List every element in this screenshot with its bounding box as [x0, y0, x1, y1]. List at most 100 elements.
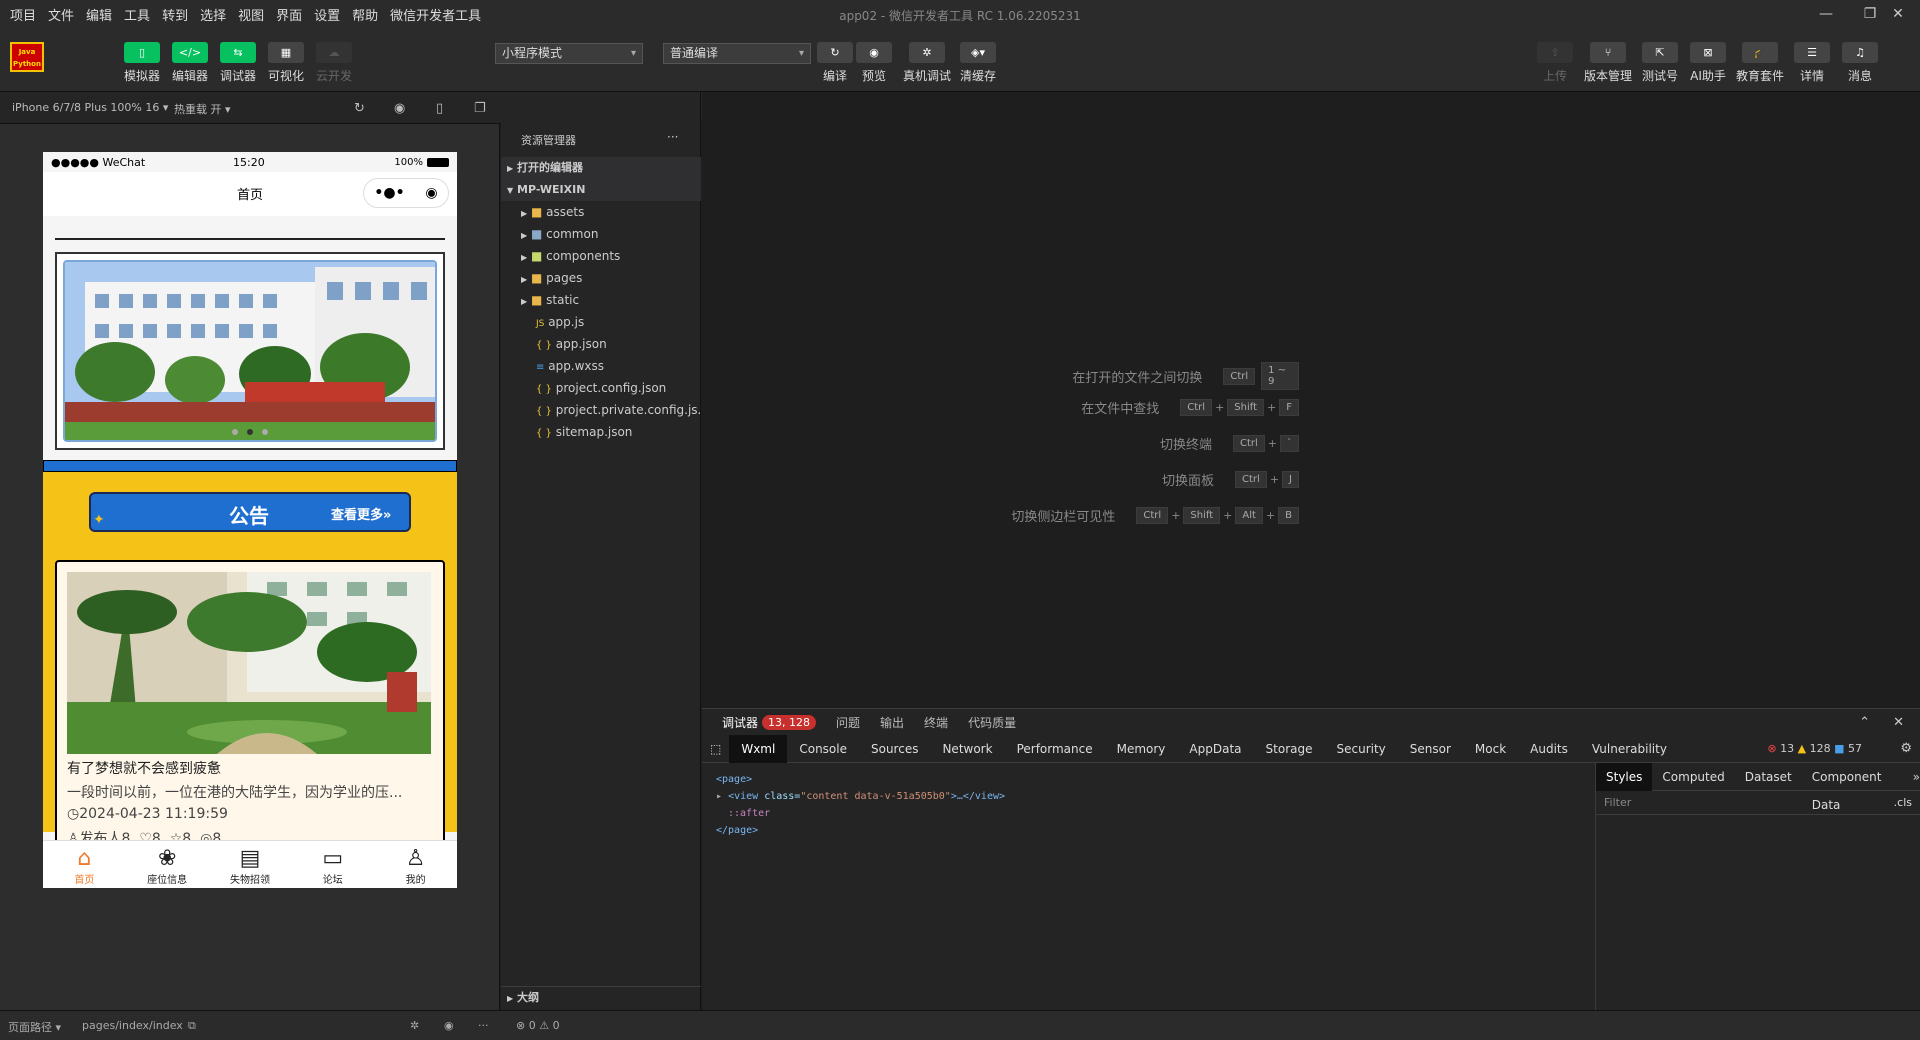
bug-icon[interactable]: ✲ — [410, 1019, 419, 1032]
tab-seats[interactable]: ❀ 座位信息 — [126, 841, 209, 888]
banner-swiper[interactable] — [55, 252, 445, 450]
menu-select[interactable]: 选择 — [200, 5, 226, 24]
menu-devtools[interactable]: 微信开发者工具 — [390, 5, 481, 24]
tab-appdata[interactable]: AppData — [1177, 735, 1253, 763]
eye-icon[interactable]: ◉ — [444, 1019, 454, 1032]
folder-components[interactable]: ▶ ■ components — [501, 245, 701, 267]
file-project-config[interactable]: { } project.config.json — [501, 377, 701, 399]
compile-button[interactable]: ↻ 编译 — [813, 42, 857, 84]
overflow-icon[interactable]: » — [1913, 770, 1920, 784]
close-circle-icon[interactable]: ◉ — [425, 185, 437, 201]
tab-styles[interactable]: Styles — [1596, 762, 1653, 791]
open-editors-section[interactable]: ▶ 打开的编辑器 — [501, 157, 701, 179]
debugger-button[interactable]: ⇆ 调试器 — [216, 42, 260, 84]
editor-button[interactable]: </> 编辑器 — [168, 42, 212, 84]
page-path-label[interactable]: 页面路径 ▾ — [8, 1019, 61, 1035]
menu-project[interactable]: 项目 — [10, 5, 36, 24]
filter-input[interactable]: Filter — [1604, 796, 1631, 809]
tab-forum[interactable]: ▭ 论坛 — [291, 841, 374, 888]
detach-icon[interactable]: ❐ — [474, 101, 486, 116]
outline-section[interactable]: ▶ 大纲 — [501, 986, 701, 1008]
menu-interface[interactable]: 界面 — [276, 5, 302, 24]
tab-terminal[interactable]: 终端 — [924, 714, 948, 731]
wxml-node[interactable]: <page> — [716, 771, 1005, 788]
file-app-wxss[interactable]: ≡ app.wxss — [501, 355, 701, 377]
tab-performance[interactable]: Performance — [1005, 735, 1105, 763]
tab-network[interactable]: Network — [930, 735, 1004, 763]
tab-console[interactable]: Console — [787, 735, 859, 763]
minimize-icon[interactable]: — — [1804, 0, 1848, 28]
tab-sources[interactable]: Sources — [859, 735, 930, 763]
device-select[interactable]: iPhone 6/7/8 Plus 100% 16 ▾ — [12, 101, 168, 114]
project-root[interactable]: ▼ MP-WEIXIN — [501, 179, 701, 201]
notice-banner[interactable]: 公告 查看更多» ✦ — [89, 492, 411, 532]
tab-storage[interactable]: Storage — [1254, 735, 1325, 763]
problems-counter[interactable]: ⊗ 0 ⚠ 0 — [516, 1019, 560, 1032]
capsule-button[interactable]: •●• ◉ — [363, 178, 449, 208]
upload-button[interactable]: ⇪ 上传 — [1533, 42, 1577, 84]
tab-wxml[interactable]: Wxml — [729, 734, 788, 763]
tab-dataset[interactable]: Dataset — [1735, 763, 1802, 791]
tab-issues[interactable]: 问题 — [836, 714, 860, 731]
menu-help[interactable]: 帮助 — [352, 5, 378, 24]
clear-cache-button[interactable]: ◈▾ 清缓存 — [956, 42, 1000, 84]
file-app-json[interactable]: { } app.json — [501, 333, 701, 355]
wxml-node[interactable]: ▸ <view class="content data-v-51a505b0">… — [716, 788, 1005, 805]
tab-lost-found[interactable]: ▤ 失物招领 — [209, 841, 292, 888]
mode-select[interactable]: 小程序模式 — [495, 43, 643, 64]
tab-mine[interactable]: ♙ 我的 — [374, 841, 457, 888]
file-project-private-config[interactable]: { } project.private.config.js... — [501, 399, 709, 421]
device-icon[interactable]: ▯ — [436, 101, 443, 116]
message-counters[interactable]: ⊗ 13 ▲ 128 ■ 57 — [1767, 742, 1862, 755]
notice-more-link[interactable]: 查看更多» — [331, 504, 391, 523]
menu-edit[interactable]: 编辑 — [86, 5, 112, 24]
messages-button[interactable]: ♫ 消息 — [1838, 42, 1882, 84]
cls-toggle[interactable]: .cls — [1894, 796, 1912, 809]
cloud-button[interactable]: ☁ 云开发 — [312, 42, 356, 84]
record-icon[interactable]: ◉ — [394, 101, 405, 116]
tab-home[interactable]: ⌂ 首页 — [43, 841, 126, 888]
details-button[interactable]: ☰ 详情 — [1790, 42, 1834, 84]
menu-settings[interactable]: 设置 — [314, 5, 340, 24]
tab-sensor[interactable]: Sensor — [1398, 735, 1463, 763]
menu-tools[interactable]: 工具 — [124, 5, 150, 24]
close-panel-icon[interactable]: ✕ — [1893, 715, 1904, 730]
visualize-button[interactable]: ▦ 可视化 — [264, 42, 308, 84]
article-card[interactable]: 有了梦想就不会感到疲惫 一段时间以前，一位在港的大陆学生，因为学业的压... ◷… — [55, 560, 445, 850]
rotate-icon[interactable]: ↻ — [354, 101, 365, 116]
settings-gear-icon[interactable]: ⚙ — [1900, 741, 1912, 756]
tab-debugger[interactable]: 调试器 — [722, 714, 758, 731]
remote-debug-button[interactable]: ✲ 真机调试 — [903, 42, 951, 84]
test-account-button[interactable]: ⇱ 测试号 — [1638, 42, 1682, 84]
wxml-node[interactable]: </page> — [716, 822, 1005, 839]
tab-component-data[interactable]: Component Data — [1802, 763, 1909, 812]
more-icon[interactable]: •●• — [374, 185, 404, 201]
tab-memory[interactable]: Memory — [1105, 735, 1178, 763]
tab-security[interactable]: Security — [1324, 735, 1397, 763]
close-icon[interactable]: ✕ — [1876, 0, 1920, 28]
collapse-icon[interactable]: ⌃ — [1859, 715, 1870, 730]
tab-vulnerability[interactable]: Vulnerability — [1580, 735, 1679, 763]
tab-output[interactable]: 输出 — [880, 714, 904, 731]
simulator-button[interactable]: ▯ 模拟器 — [120, 42, 164, 84]
inspect-icon[interactable]: ⬚ — [702, 735, 729, 763]
copy-icon[interactable]: ⧉ — [188, 1019, 196, 1033]
version-button[interactable]: ⑂ 版本管理 — [1584, 42, 1632, 84]
wxml-pseudo[interactable]: ::after — [716, 805, 1005, 822]
folder-pages[interactable]: ▶ ■ pages — [501, 267, 701, 289]
menu-goto[interactable]: 转到 — [162, 5, 188, 24]
hotreload-select[interactable]: 热重载 开 ▾ — [174, 101, 231, 117]
file-sitemap[interactable]: { } sitemap.json — [501, 421, 701, 443]
compile-select[interactable]: 普通编译 — [663, 43, 811, 64]
menu-view[interactable]: 视图 — [238, 5, 264, 24]
folder-static[interactable]: ▶ ■ static — [501, 289, 701, 311]
folder-assets[interactable]: ▶ ■ assets — [501, 201, 701, 223]
preview-button[interactable]: ◉ 预览 — [852, 42, 896, 84]
menu-file[interactable]: 文件 — [48, 5, 74, 24]
tab-code-quality[interactable]: 代码质量 — [968, 714, 1016, 731]
folder-common[interactable]: ▶ ■ common — [501, 223, 701, 245]
file-app-js[interactable]: JS app.js — [501, 311, 701, 333]
edu-kit-button[interactable]: 🎓 教育套件 — [1736, 42, 1784, 84]
explorer-more-icon[interactable]: ··· — [667, 130, 678, 144]
tab-computed[interactable]: Computed — [1652, 763, 1734, 791]
